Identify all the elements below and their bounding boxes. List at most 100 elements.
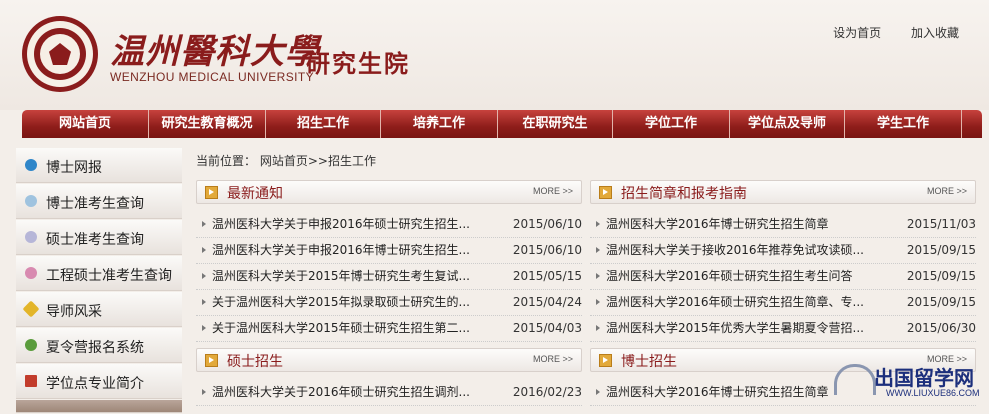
- set-homepage-link[interactable]: 设为首页: [833, 26, 881, 40]
- sidebar-item-label: 硕士准考生查询: [46, 232, 144, 248]
- arrow-box-icon: [599, 354, 612, 367]
- bullet-arrow-icon: [202, 221, 206, 227]
- bullet-arrow-icon: [202, 389, 206, 395]
- bullet-arrow-icon: [596, 273, 600, 279]
- list-item-title[interactable]: 温州医科大学关于2015年博士研究生考生复试...: [212, 264, 474, 289]
- university-name-en: WENZHOU MEDICAL UNIVERSITY: [110, 70, 314, 84]
- list-item[interactable]: 温州医科大学2016年硕士研究生招生简章、专... 2015/09/15: [590, 290, 976, 316]
- sidebar-item-label: 博士网报: [46, 160, 102, 176]
- list-item[interactable]: 温州医科大学关于申报2016年硕士研究生招生... 2015/06/10: [196, 212, 582, 238]
- panel-title: 硕士招生: [227, 354, 283, 370]
- list-item-title[interactable]: 温州医科大学2016年硕士研究生招生考生问答: [606, 264, 868, 289]
- list-item[interactable]: 温州医科大学2015年优秀大学生暑期夏令营招... 2015/06/30: [590, 316, 976, 342]
- panel-header: 最新通知 MORE >>: [196, 180, 582, 204]
- list-item-title[interactable]: 温州医科大学2016年硕士研究生招生简章、专...: [606, 290, 868, 315]
- sidebar-item-advisors[interactable]: 导师风采: [16, 292, 182, 327]
- list-item[interactable]: 温州医科大学关于申报2016年博士研究生招生... 2015/06/10: [196, 238, 582, 264]
- sidebar-item-cutoff[interactable]: [16, 400, 182, 413]
- nav-item-programs-advisors[interactable]: 学位点及导师: [730, 110, 845, 138]
- list-item-date: 2016/02/23: [512, 385, 582, 399]
- list-item[interactable]: 温州医科大学关于接收2016年推荐免试攻读硕... 2015/09/15: [590, 238, 976, 264]
- panel-title: 博士招生: [621, 354, 677, 370]
- list-item-title[interactable]: 温州医科大学关于2016年硕士研究生招生调剂...: [212, 380, 474, 405]
- arrow-box-icon: [599, 186, 612, 199]
- bullet-arrow-icon: [596, 221, 600, 227]
- list-item[interactable]: 温州医科大学关于2016年硕士研究生招生调剂... 2016/02/23: [196, 380, 582, 406]
- nav-item-students[interactable]: 学生工作: [845, 110, 962, 138]
- add-favorite-link[interactable]: 加入收藏: [911, 26, 959, 40]
- bullet-arrow-icon: [596, 299, 600, 305]
- list-item-date: 2015/09/15: [906, 295, 976, 309]
- list-item-date: 2015/05/15: [512, 269, 582, 283]
- sidebar-item-summer-camp[interactable]: 夏令营报名系统: [16, 328, 182, 363]
- sidebar-item-label: 学位点专业简介: [46, 376, 144, 392]
- arrow-box-icon: [205, 354, 218, 367]
- panel-title: 最新通知: [227, 186, 283, 202]
- watermark-name: 出国留学网: [874, 366, 974, 390]
- panel-header: 硕士招生 MORE >>: [196, 348, 582, 372]
- list-item[interactable]: 关于温州医科大学2015年硕士研究生招生第二... 2015/04/03: [196, 316, 582, 342]
- nav-item-admissions[interactable]: 招生工作: [266, 110, 381, 138]
- user-icon: [25, 339, 37, 351]
- nav-item-degree[interactable]: 学位工作: [613, 110, 730, 138]
- list-item-date: 2015/06/10: [512, 243, 582, 257]
- nav-item-overview[interactable]: 研究生教育概况: [149, 110, 266, 138]
- nav-item-home[interactable]: 网站首页: [22, 110, 149, 138]
- bullet-arrow-icon: [596, 325, 600, 331]
- breadcrumb: 当前位置： 网站首页>>招生工作: [196, 152, 376, 169]
- list-item-title[interactable]: 关于温州医科大学2015年硕士研究生招生第二...: [212, 316, 474, 341]
- list-item-date: 2015/09/15: [906, 243, 976, 257]
- more-link[interactable]: MORE >>: [533, 186, 573, 196]
- sidebar-item-master-admit-query[interactable]: 硕士准考生查询: [16, 220, 182, 255]
- bullet-arrow-icon: [596, 247, 600, 253]
- bullet-arrow-icon: [202, 273, 206, 279]
- nav-item-training[interactable]: 培养工作: [381, 110, 498, 138]
- university-name-cn: 温州醫科大學: [110, 32, 320, 72]
- sidebar-item-phd-online-apply[interactable]: 博士网报: [16, 148, 182, 183]
- graduate-school-title: 研究生院: [306, 49, 410, 78]
- list-item[interactable]: 温州医科大学关于2015年博士研究生考生复试... 2015/05/15: [196, 264, 582, 290]
- magnifier-icon: [25, 195, 37, 207]
- sidebar-item-label: 博士准考生查询: [46, 196, 144, 212]
- list-item-title[interactable]: 温州医科大学关于接收2016年推荐免试攻读硕...: [606, 238, 868, 263]
- document-icon: [25, 375, 37, 387]
- more-link[interactable]: MORE >>: [927, 186, 967, 196]
- bullet-arrow-icon: [202, 247, 206, 253]
- sidebar-item-label: 工程硕士准考生查询: [46, 268, 172, 284]
- list-item-date: 2015/04/03: [512, 321, 582, 335]
- list-item[interactable]: 温州医科大学2016年硕士研究生招生考生问答 2015/09/15: [590, 264, 976, 290]
- more-link[interactable]: MORE >>: [533, 354, 573, 364]
- sidebar-item-engineering-admit-query[interactable]: 工程硕士准考生查询: [16, 256, 182, 291]
- list-item-date: 2015/06/10: [512, 217, 582, 231]
- panel-master-admissions: 硕士招生 MORE >> 温州医科大学关于2016年硕士研究生招生调剂... 20…: [196, 348, 582, 406]
- panel-header: 招生简章和报考指南 MORE >>: [590, 180, 976, 204]
- bullet-arrow-icon: [596, 389, 600, 395]
- list-item-date: 2015/09/15: [906, 269, 976, 283]
- list-item-title[interactable]: 温州医科大学关于申报2016年硕士研究生招生...: [212, 212, 474, 237]
- breadcrumb-path[interactable]: 网站首页>>招生工作: [260, 154, 376, 168]
- sidebar-item-phd-admit-query[interactable]: 博士准考生查询: [16, 184, 182, 219]
- list-item-date: 2015/06/30: [906, 321, 976, 335]
- list-item-title[interactable]: 关于温州医科大学2015年拟录取硕士研究生的...: [212, 290, 474, 315]
- list-item-date: 2015/04/24: [512, 295, 582, 309]
- list-item-title[interactable]: 温州医科大学关于申报2016年博士研究生招生...: [212, 238, 474, 263]
- bullet-arrow-icon: [202, 325, 206, 331]
- top-links: 设为首页 加入收藏: [807, 24, 959, 41]
- panel-admission-guide: 招生简章和报考指南 MORE >> 温州医科大学2016年博士研究生招生简章 20…: [590, 180, 976, 342]
- site-header: 温州醫科大學 WENZHOU MEDICAL UNIVERSITY 研究生院 设…: [0, 0, 989, 110]
- panel-title: 招生简章和报考指南: [621, 186, 747, 202]
- bullet-arrow-icon: [202, 299, 206, 305]
- sidebar-item-program-intro[interactable]: 学位点专业简介: [16, 364, 182, 399]
- panel-latest-notices: 最新通知 MORE >> 温州医科大学关于申报2016年硕士研究生招生... 20…: [196, 180, 582, 342]
- list-item[interactable]: 关于温州医科大学2015年拟录取硕士研究生的... 2015/04/24: [196, 290, 582, 316]
- list-item[interactable]: 温州医科大学2016年博士研究生招生简章 2015/11/03: [590, 212, 976, 238]
- nav-item-in-service[interactable]: 在职研究生: [498, 110, 613, 138]
- list-item-title[interactable]: 温州医科大学2016年博士研究生招生简章: [606, 212, 868, 237]
- list-item-title[interactable]: 温州医科大学2015年优秀大学生暑期夏令营招...: [606, 316, 868, 341]
- arrow-box-icon: [205, 186, 218, 199]
- globe-icon: [25, 159, 37, 171]
- watermark-url: WWW.LIUXUE86.COM: [886, 388, 980, 398]
- sidebar-item-label: 导师风采: [46, 304, 102, 320]
- cap-icon: [834, 364, 876, 395]
- university-seal-logo[interactable]: [22, 16, 98, 92]
